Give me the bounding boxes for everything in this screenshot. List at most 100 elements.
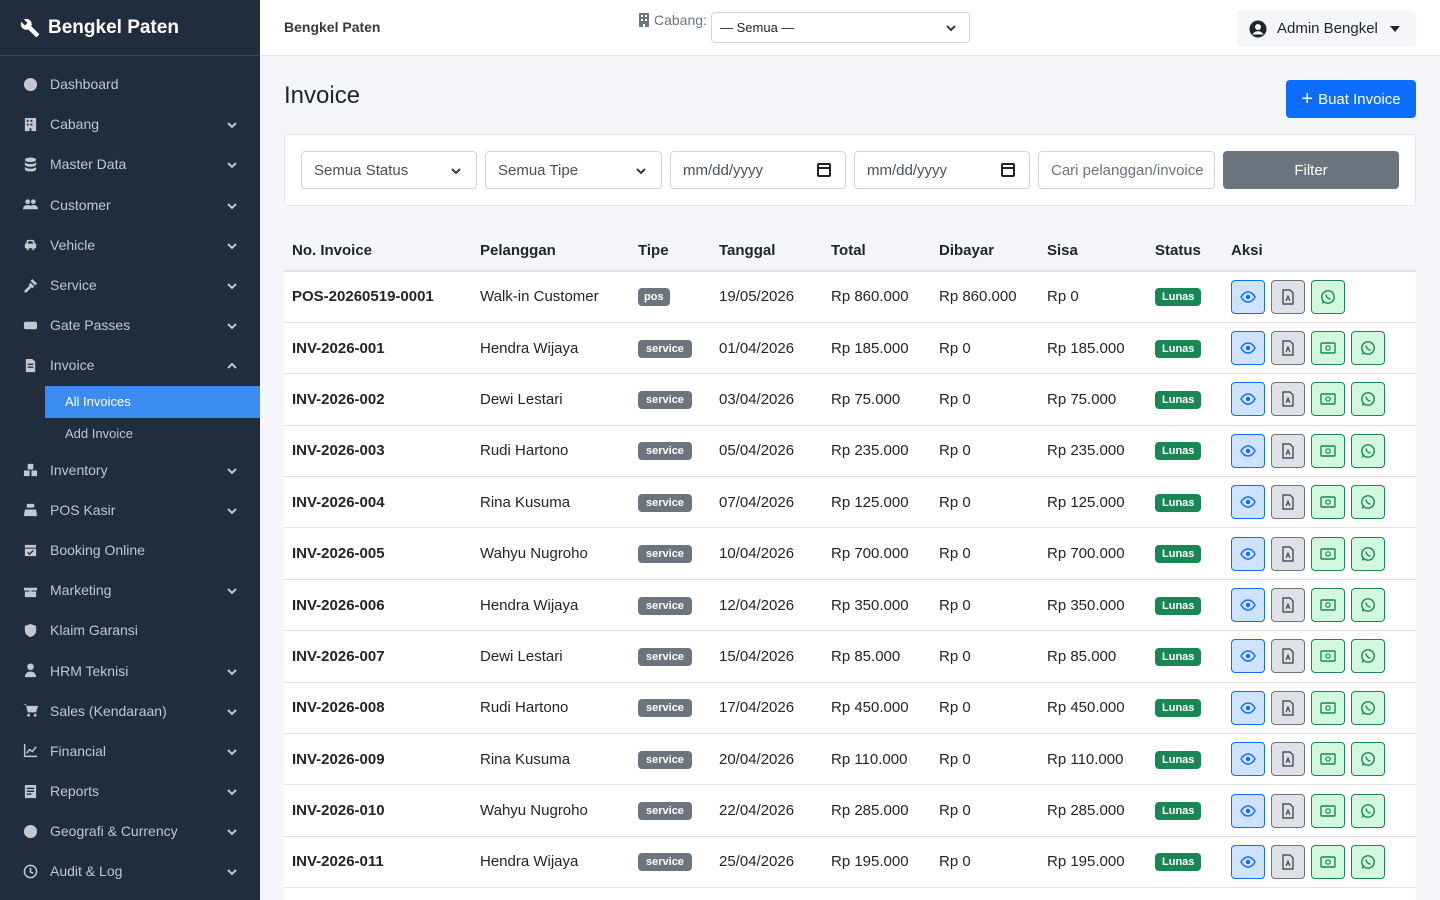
payment-button[interactable] [1311, 485, 1345, 520]
sidebar-item-customer[interactable]: Customer [0, 185, 260, 225]
view-invoice-button[interactable] [1231, 639, 1265, 674]
calendar-icon[interactable] [817, 163, 831, 177]
view-invoice-button[interactable] [1231, 433, 1265, 468]
sidebar-item-geografi-currency[interactable]: Geografi & Currency [0, 811, 260, 851]
pdf-invoice-button[interactable] [1271, 844, 1305, 879]
whatsapp-button[interactable] [1351, 844, 1385, 879]
col-header-paid[interactable]: Dibayar [931, 230, 1039, 272]
table-row[interactable]: INV-2026-005 Wahyu Nugroho service 10/04/20… [284, 527, 1416, 580]
sidebar-subitem-add-invoice[interactable]: Add Invoice [45, 418, 260, 450]
payment-button[interactable] [1311, 382, 1345, 417]
whatsapp-button[interactable] [1351, 433, 1385, 468]
col-header-date[interactable]: Tanggal [711, 230, 823, 272]
payment-button[interactable] [1311, 433, 1345, 468]
pdf-invoice-button[interactable] [1271, 433, 1305, 468]
whatsapp-button[interactable] [1351, 485, 1385, 520]
date-from-input[interactable]: mm/dd/yyyy [670, 151, 846, 189]
whatsapp-button[interactable] [1351, 382, 1385, 417]
pdf-invoice-button[interactable] [1271, 690, 1305, 725]
date-to-input[interactable]: mm/dd/yyyy [854, 151, 1030, 189]
table-row[interactable]: INV-2026-004 Rina Kusuma service 07/04/2026… [284, 476, 1416, 529]
col-header-customer[interactable]: Pelanggan [472, 230, 630, 272]
table-row[interactable]: INV-2026-007 Dewi Lestari service 15/04/202… [284, 630, 1416, 683]
sidebar-item-invoice[interactable]: Invoice [0, 345, 260, 385]
table-row[interactable]: INV-2026-010 Wahyu Nugroho service 22/04/20… [284, 784, 1416, 837]
whatsapp-button[interactable] [1351, 639, 1385, 674]
user-menu[interactable]: Admin Bengkel [1237, 10, 1416, 47]
payment-button[interactable] [1311, 536, 1345, 571]
sidebar-item-marketing[interactable]: Marketing [0, 570, 260, 610]
payment-button[interactable] [1311, 639, 1345, 674]
sidebar-item-klaim-garansi[interactable]: Klaim Garansi [0, 610, 260, 650]
pdf-invoice-button[interactable] [1271, 793, 1305, 828]
view-invoice-button[interactable] [1231, 844, 1265, 879]
table-row[interactable]: INV-2026-006 Hendra Wijaya service 12/04/20… [284, 579, 1416, 632]
pdf-invoice-button[interactable] [1271, 279, 1305, 314]
sidebar-item-audit-log[interactable]: Audit & Log [0, 851, 260, 891]
view-invoice-button[interactable] [1231, 588, 1265, 623]
view-invoice-button[interactable] [1231, 331, 1265, 366]
pdf-invoice-button[interactable] [1271, 742, 1305, 777]
sidebar-subitem-all-invoices[interactable]: All Invoices [45, 385, 260, 418]
view-invoice-button[interactable] [1231, 279, 1265, 314]
view-invoice-button[interactable] [1231, 485, 1265, 520]
pdf-invoice-button[interactable] [1271, 382, 1305, 417]
status-filter-select[interactable]: Semua Status [301, 151, 477, 189]
sidebar-item-pos-kasir[interactable]: POS Kasir [0, 490, 260, 530]
table-row[interactable]: INV-2026-002 Dewi Lestari service 03/04/202… [284, 373, 1416, 426]
payment-button[interactable] [1311, 742, 1345, 777]
pdf-invoice-button[interactable] [1271, 331, 1305, 366]
whatsapp-button[interactable] [1311, 279, 1345, 314]
branch-select[interactable]: — Semua — [711, 12, 970, 43]
calendar-icon[interactable] [1001, 163, 1015, 177]
payment-button[interactable] [1311, 844, 1345, 879]
whatsapp-button[interactable] [1351, 742, 1385, 777]
filter-button[interactable]: Filter [1223, 151, 1399, 189]
payment-button[interactable] [1311, 588, 1345, 623]
col-header-status[interactable]: Status [1147, 230, 1223, 272]
sidebar-item-hrm-teknisi[interactable]: HRM Teknisi [0, 650, 260, 690]
table-row[interactable]: INV-2026-011 Hendra Wijaya service 25/04/20… [284, 836, 1416, 889]
table-row[interactable]: INV-2026-001 Hendra Wijaya service 01/04/20… [284, 322, 1416, 375]
col-header-rest[interactable]: Sisa [1039, 230, 1147, 272]
payment-button[interactable] [1311, 690, 1345, 725]
sidebar-item-vehicle[interactable]: Vehicle [0, 225, 260, 265]
whatsapp-button[interactable] [1351, 331, 1385, 366]
sidebar-item-dashboard[interactable]: Dashboard [0, 64, 260, 104]
table-row[interactable]: INV-2026-009 Rina Kusuma service 20/04/2026… [284, 733, 1416, 786]
sidebar-item-booking-online[interactable]: Booking Online [0, 530, 260, 570]
brand[interactable]: Bengkel Paten [0, 0, 260, 56]
table-row[interactable]: INV-2026-008 Rudi Hartono service 17/04/202… [284, 682, 1416, 735]
table-row[interactable]: POS-20260519-0001 Walk-in Customer pos 19/0… [284, 271, 1416, 323]
pdf-invoice-button[interactable] [1271, 485, 1305, 520]
col-header-invoice[interactable]: No. Invoice [284, 230, 472, 272]
whatsapp-button[interactable] [1351, 536, 1385, 571]
sidebar-item-financial[interactable]: Financial [0, 731, 260, 771]
table-row[interactable]: INV-2026-003 Rudi Hartono service 05/04/202… [284, 425, 1416, 478]
view-invoice-button[interactable] [1231, 382, 1265, 417]
sidebar-item-gate-passes[interactable]: Gate Passes [0, 305, 260, 345]
col-header-type[interactable]: Tipe [630, 230, 711, 272]
sidebar-item-reports[interactable]: Reports [0, 771, 260, 811]
pdf-invoice-button[interactable] [1271, 639, 1305, 674]
sidebar-item-inventory[interactable]: Inventory [0, 450, 260, 490]
whatsapp-button[interactable] [1351, 588, 1385, 623]
payment-button[interactable] [1311, 331, 1345, 366]
view-invoice-button[interactable] [1231, 690, 1265, 725]
type-filter-select[interactable]: Semua Tipe [485, 151, 662, 189]
sidebar-item-service[interactable]: Service [0, 265, 260, 305]
pdf-invoice-button[interactable] [1271, 588, 1305, 623]
pdf-invoice-button[interactable] [1271, 536, 1305, 571]
sidebar-item-sales-kendaraan-[interactable]: Sales (Kendaraan) [0, 691, 260, 731]
view-invoice-button[interactable] [1231, 536, 1265, 571]
col-header-total[interactable]: Total [823, 230, 931, 272]
whatsapp-button[interactable] [1351, 793, 1385, 828]
create-invoice-button[interactable]: + Buat Invoice [1286, 80, 1416, 118]
sidebar-item-master-data[interactable]: Master Data [0, 144, 260, 184]
sidebar-item-cabang[interactable]: Cabang [0, 104, 260, 144]
view-invoice-button[interactable] [1231, 742, 1265, 777]
whatsapp-button[interactable] [1351, 690, 1385, 725]
view-invoice-button[interactable] [1231, 793, 1265, 828]
payment-button[interactable] [1311, 793, 1345, 828]
search-input[interactable]: Cari pelanggan/invoice [1038, 151, 1215, 189]
